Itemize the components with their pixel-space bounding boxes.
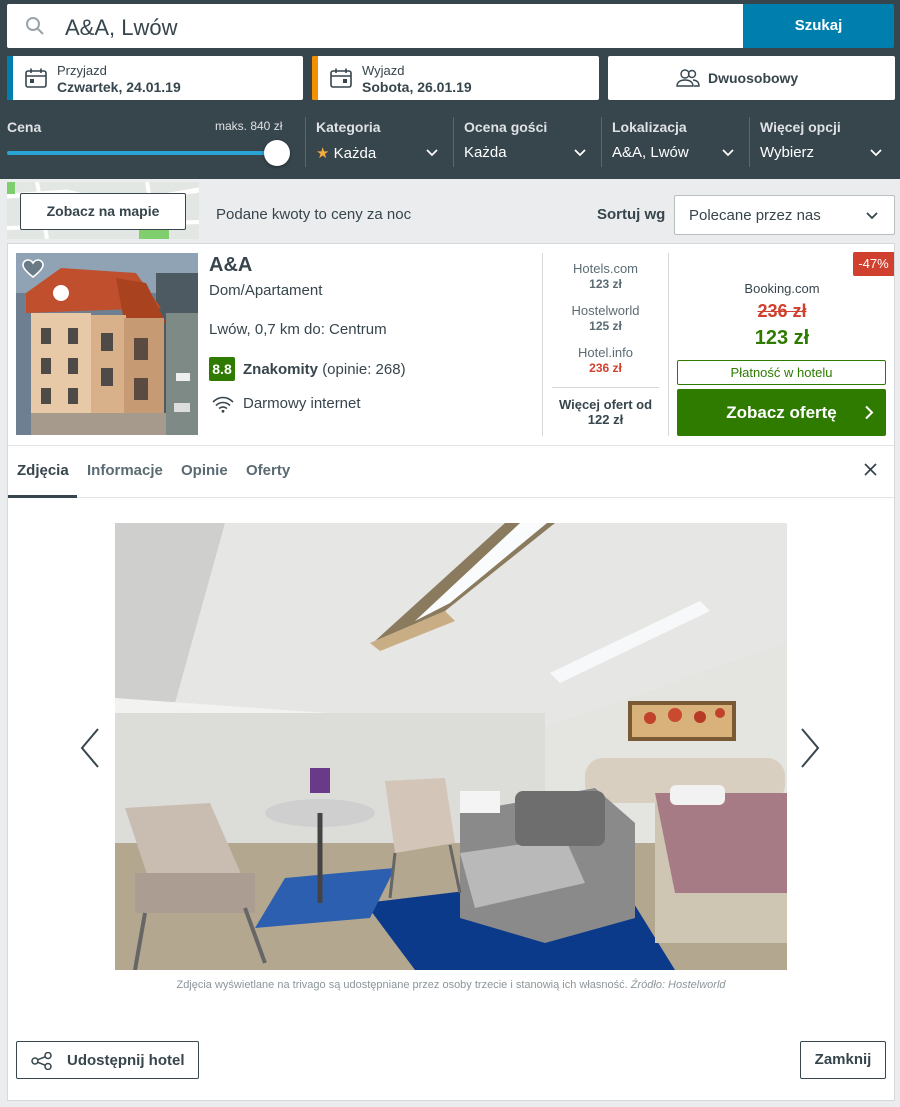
previous-photo-arrow[interactable] xyxy=(72,723,112,773)
guest-rating-filter-value[interactable]: Każda xyxy=(464,144,507,161)
more-offers-link[interactable]: Więcej ofert od 122 zł xyxy=(543,397,668,427)
partner-price: 125 zł xyxy=(589,319,622,333)
more-offers-price: 122 zł xyxy=(587,412,624,427)
column-divider xyxy=(668,253,669,436)
search-icon xyxy=(26,17,44,35)
price-slider-handle[interactable] xyxy=(264,140,290,166)
price-filter-label: Cena xyxy=(7,119,42,135)
partner-price: 123 zł xyxy=(589,277,622,291)
partner-offer[interactable]: Hotel.info 236 zł xyxy=(543,345,668,375)
rating-summary[interactable]: Znakomity (opinie: 268) xyxy=(243,361,406,378)
discount-badge: -47% xyxy=(853,252,894,276)
category-filter-label: Kategoria xyxy=(316,119,381,135)
location-filter-value[interactable]: A&A, Lwów xyxy=(612,144,689,161)
wifi-icon xyxy=(212,396,234,413)
card-divider xyxy=(8,445,894,446)
share-hotel-button[interactable]: Udostępnij hotel xyxy=(16,1041,199,1079)
search-button[interactable]: Szukaj xyxy=(743,4,894,48)
chevron-down-icon[interactable] xyxy=(573,146,587,160)
tabs-divider xyxy=(8,497,894,498)
checkout-value: Sobota, 26.01.19 xyxy=(362,79,472,95)
calendar-icon xyxy=(330,68,352,88)
photo-caption: Zdjęcia wyświetlane na trivago są udostę… xyxy=(115,979,787,991)
tab-reviews[interactable]: Opinie xyxy=(181,462,228,479)
more-options-filter-label: Więcej opcji xyxy=(760,119,841,135)
category-filter-dropdown[interactable]: ★ Każda xyxy=(316,144,376,162)
pay-at-hotel-badge: Płatność w hotelu xyxy=(677,360,886,385)
chevron-down-icon[interactable] xyxy=(425,146,439,160)
search-header: A&A, Lwów Szukaj Przyjazd Czwartek, 24.0… xyxy=(0,0,900,179)
search-input[interactable]: A&A, Lwów xyxy=(7,4,744,48)
checkout-date-picker[interactable]: Wyjazd Sobota, 26.01.19 xyxy=(312,56,599,100)
hotel-room-photo xyxy=(115,523,787,970)
more-offers-label: Więcej ofert od xyxy=(558,397,653,412)
price-note: Podane kwoty to ceny za noc xyxy=(216,206,412,223)
partner-name: Hotel.info xyxy=(578,345,633,360)
checkin-label: Przyjazd xyxy=(57,63,107,78)
partner-price: 236 zł xyxy=(589,361,622,375)
partner-offer[interactable]: Hostelworld 125 zł xyxy=(543,303,668,333)
deal-old-price: 236 zł xyxy=(757,301,807,321)
more-options-filter-value[interactable]: Wybierz xyxy=(760,144,814,161)
filter-divider xyxy=(601,117,602,167)
hotel-name[interactable]: A&A xyxy=(209,254,252,277)
chevron-down-icon[interactable] xyxy=(869,146,883,160)
price-max-label: maks. 840 zł xyxy=(215,119,283,133)
rating-score-badge: 8.8 xyxy=(209,357,235,381)
filter-divider xyxy=(453,117,454,167)
location-filter-label: Lokalizacja xyxy=(612,119,687,135)
search-query: A&A, Lwów xyxy=(65,15,178,40)
partner-name: Hostelworld xyxy=(571,303,640,318)
photo-source: Źródło: Hostelworld xyxy=(630,979,726,991)
room-type-selector[interactable]: Dwuosobowy xyxy=(608,56,895,100)
close-button[interactable]: Zamknij xyxy=(800,1041,886,1079)
price-slider-track[interactable] xyxy=(7,151,277,155)
filter-divider xyxy=(305,117,306,167)
chevron-down-icon[interactable] xyxy=(721,146,735,160)
checkout-label: Wyjazd xyxy=(362,63,405,78)
checkout-accent-bar xyxy=(312,56,318,100)
filter-divider xyxy=(749,117,750,167)
hotel-thumbnail[interactable] xyxy=(16,253,198,435)
view-deal-button[interactable]: Zobacz ofertę xyxy=(677,389,886,436)
deal-new-price: 123 zł xyxy=(754,327,810,349)
guests-icon xyxy=(676,69,700,87)
checkin-value: Czwartek, 24.01.19 xyxy=(57,79,181,95)
calendar-icon xyxy=(25,68,47,88)
partner-name: Hotels.com xyxy=(572,261,639,276)
room-type-value: Dwuosobowy xyxy=(708,70,799,86)
amenity-free-internet: Darmowy internet xyxy=(243,395,361,412)
sort-dropdown[interactable]: Polecane przez nas xyxy=(674,195,895,235)
hotel-type: Dom/Apartament xyxy=(209,282,323,299)
star-icon: ★ xyxy=(316,145,330,162)
sort-value: Polecane przez nas xyxy=(689,207,821,224)
more-offers-divider xyxy=(552,387,659,388)
guest-rating-filter-label: Ocena gości xyxy=(464,119,548,135)
tab-photos[interactable]: Zdjęcia xyxy=(17,462,69,479)
photo-caption-text: Zdjęcia wyświetlane na trivago są udostę… xyxy=(176,979,628,991)
rating-count: (opinie: 268) xyxy=(322,361,406,378)
partner-offer[interactable]: Hotels.com 123 zł xyxy=(543,261,668,291)
tab-offers[interactable]: Oferty xyxy=(246,462,290,479)
deal-site-name: Booking.com xyxy=(744,281,820,296)
category-filter-value: Każda xyxy=(333,145,377,162)
view-deal-label: Zobacz ofertę xyxy=(726,403,837,422)
checkin-accent-bar xyxy=(7,56,13,100)
hotel-location: Lwów, 0,7 km do: Centrum xyxy=(209,321,387,338)
tab-info[interactable]: Informacje xyxy=(87,462,163,479)
next-photo-arrow[interactable] xyxy=(790,723,830,773)
share-hotel-label: Udostępnij hotel xyxy=(67,1052,185,1069)
close-icon[interactable] xyxy=(863,462,878,477)
heart-icon[interactable] xyxy=(22,259,44,279)
share-icon xyxy=(31,1052,52,1070)
active-tab-indicator xyxy=(8,495,77,498)
chevron-down-icon xyxy=(866,212,878,220)
checkin-date-picker[interactable]: Przyjazd Czwartek, 24.01.19 xyxy=(7,56,303,100)
hotel-building-photo xyxy=(16,253,198,435)
chevron-right-icon xyxy=(865,405,874,420)
view-on-map-button[interactable]: Zobacz na mapie xyxy=(20,193,186,230)
gallery-photo[interactable] xyxy=(115,523,787,970)
rating-word: Znakomity xyxy=(243,361,319,378)
sort-label: Sortuj wg xyxy=(597,206,666,223)
